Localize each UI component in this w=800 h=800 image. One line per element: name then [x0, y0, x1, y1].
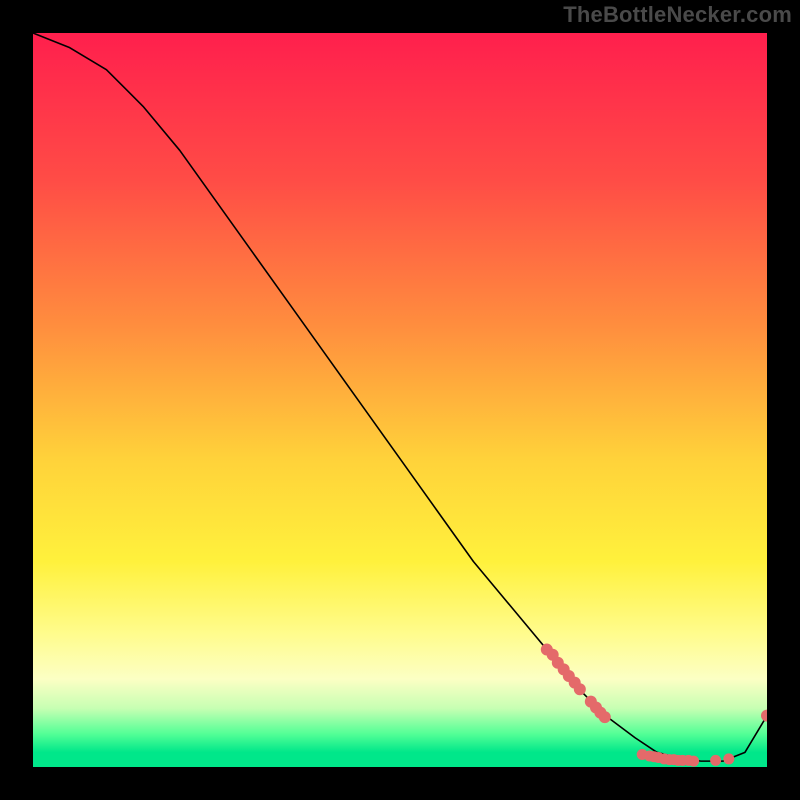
bottleneck-curve: [33, 33, 767, 761]
watermark-text: TheBottleNecker.com: [563, 2, 792, 28]
data-points-upper-cluster: [541, 644, 611, 724]
data-point: [710, 755, 721, 766]
plot-area: [33, 33, 767, 767]
data-point: [599, 711, 611, 723]
data-point: [574, 683, 586, 695]
end-point-dot: [761, 710, 767, 722]
data-points-lower-cluster: [637, 749, 735, 767]
data-point: [688, 756, 699, 767]
chart-stage: TheBottleNecker.com: [0, 0, 800, 800]
chart-overlay: [33, 33, 767, 767]
data-point: [723, 753, 734, 764]
